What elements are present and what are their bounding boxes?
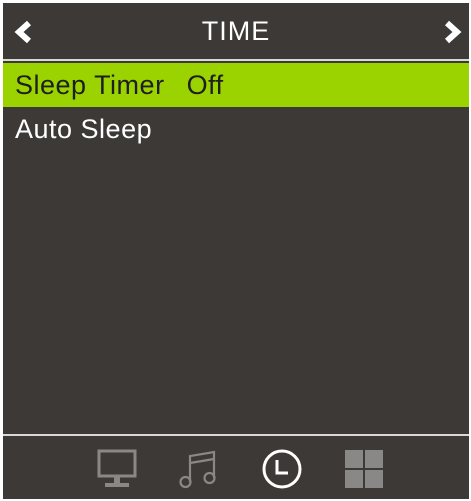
menu-header: TIME [3,3,469,59]
grid-icon[interactable] [343,448,385,490]
time-menu-screen: TIME Sleep Timer Off Auto Sleep [3,3,469,499]
monitor-icon[interactable] [96,448,138,490]
menu-item-sleep-timer[interactable]: Sleep Timer Off [3,63,469,107]
tab-bar [3,436,469,499]
menu-item-auto-sleep[interactable]: Auto Sleep [3,107,469,151]
menu-list: Sleep Timer Off Auto Sleep [3,63,469,151]
menu-item-value: Off [186,70,224,100]
page-title: TIME [201,16,271,46]
menu-item-label: Auto Sleep [15,114,153,144]
chevron-right-icon[interactable] [437,17,467,47]
music-note-icon[interactable] [178,448,220,490]
clock-icon[interactable] [261,448,303,490]
menu-item-label: Sleep Timer [15,70,165,100]
header-divider [3,59,469,61]
